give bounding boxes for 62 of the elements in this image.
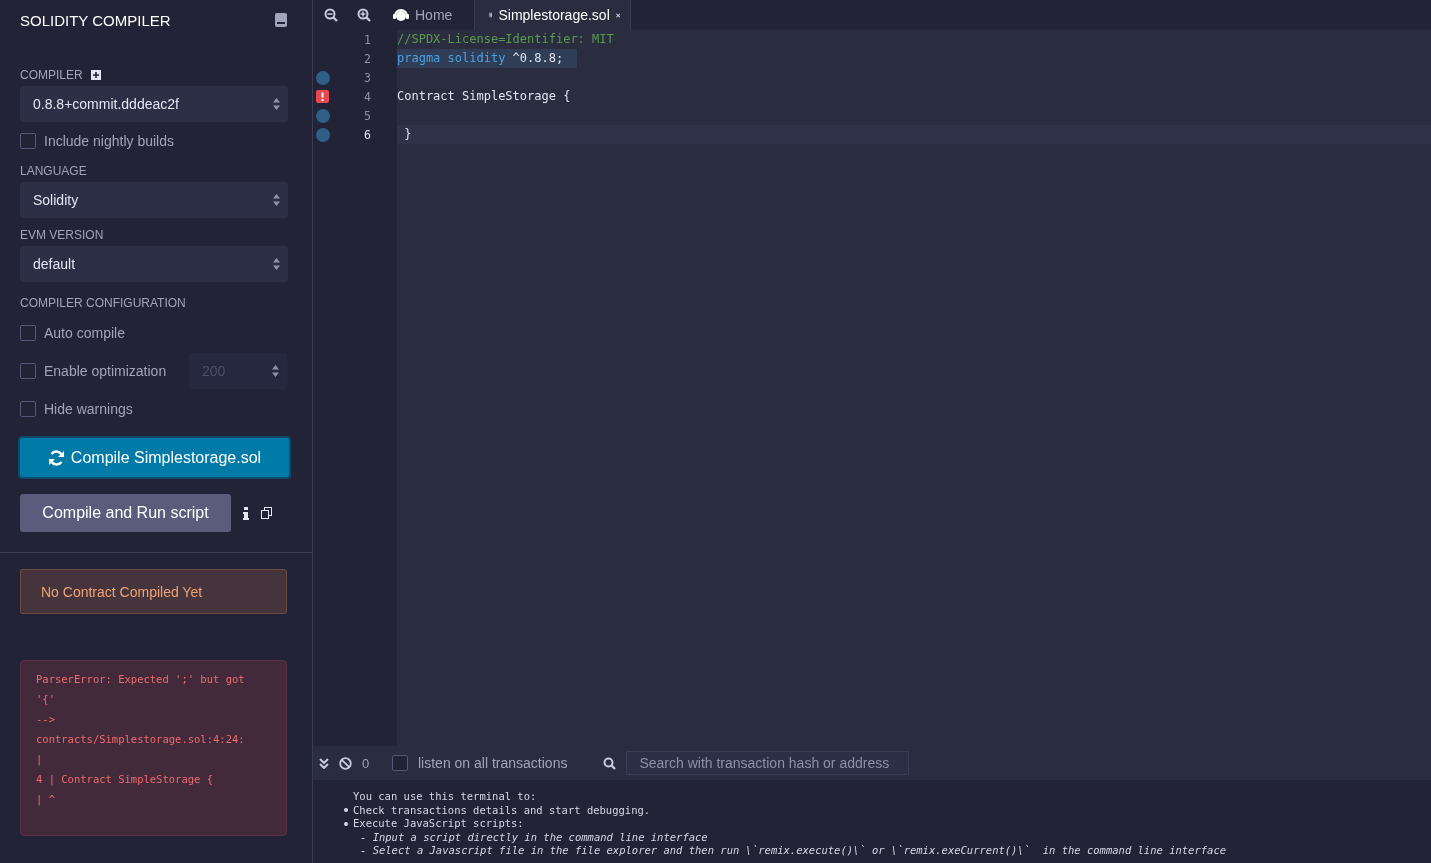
line-number: 4 [364,89,371,104]
terminal-text: Check transactions details and start debugging. [353,803,651,817]
collapse-icon[interactable] [319,757,329,769]
checkbox-label: Auto compile [44,325,125,341]
checkbox[interactable] [20,133,36,149]
line-number: 6 [364,127,371,142]
line-number: 2 [364,51,371,66]
headset-icon [393,8,409,22]
code-line: //SPDX-License=Identifier: MIT [397,31,614,48]
checkbox[interactable] [20,325,36,341]
compile-and-run-button[interactable]: Compile and Run script [20,494,231,532]
sort-arrows-icon [273,194,280,206]
section-label: EVM VERSION [20,228,105,242]
checkbox-label: Hide warnings [44,401,133,417]
error-text: contracts/Simplestorage.sol:4:24: [36,732,246,747]
sort-arrows-icon [273,258,280,270]
book-icon[interactable] [275,13,287,27]
error-text: ParserError: Expected ';' but got [36,672,246,687]
line-number: 3 [364,70,371,85]
checkbox-label: Include nightly builds [44,133,174,149]
checkbox[interactable] [20,401,36,417]
compiler-select[interactable]: 0.8.8+commit.dddeac2f [20,86,288,122]
checkbox[interactable] [20,363,36,379]
error-text: | ^ [36,792,56,808]
sort-arrows-icon [272,365,279,377]
code-line: Contract SimpleStorage { [397,88,571,105]
checkbox[interactable] [392,755,408,771]
language-select[interactable]: Solidity [20,182,288,218]
terminal-text: You can use this terminal to: [353,790,538,804]
editor-tab[interactable]: Simplestorage.sol [475,0,631,30]
line-number: 5 [364,108,371,123]
zoom-in-icon[interactable] [357,8,371,22]
error-text: | [36,752,44,768]
copy-icon[interactable] [261,507,272,519]
bullet-icon [344,808,348,813]
section-label: LANGUAGE [20,164,88,178]
zoom-out-icon[interactable] [324,8,338,22]
search-icon[interactable] [603,756,617,770]
terminal-text: - Input a script directly in the command line interface [360,830,708,844]
section-label: COMPILER [20,68,83,82]
info-icon[interactable] [243,506,249,520]
refresh-icon [47,449,65,466]
error-text: '{' [36,692,56,707]
sort-arrows-icon [273,98,280,110]
clear-icon[interactable] [339,756,352,770]
plus-icon[interactable] [90,70,101,80]
pending-count: 0 [362,755,371,771]
terminal-text: - Select a Javascript file in the file explorer and then run \`remix.execute()\` or \`remix.exeCurrent()\` in the command line interface [360,844,1227,858]
status-message: No Contract Compiled Yet [20,569,287,614]
code-line: } [403,126,412,143]
section-label: COMPILER CONFIGURATION [20,296,187,310]
bullet-icon [344,821,348,826]
evm-version-select[interactable]: default [20,246,288,282]
error-text: --> [36,712,56,727]
line-number: 1 [364,32,371,47]
checkbox-label: Enable optimization [44,363,168,379]
search-field[interactable]: Search with transaction hash or address [626,751,910,775]
panel-title: SOLIDITY COMPILER [20,11,171,29]
compile-button[interactable]: Compile Simplestorage.sol [18,436,291,479]
error-text: 4 | Contract SimpleStorage { [36,772,214,788]
checkbox-label: listen on all transactions [418,755,568,771]
terminal-text: Execute JavaScript scripts: [353,817,524,831]
